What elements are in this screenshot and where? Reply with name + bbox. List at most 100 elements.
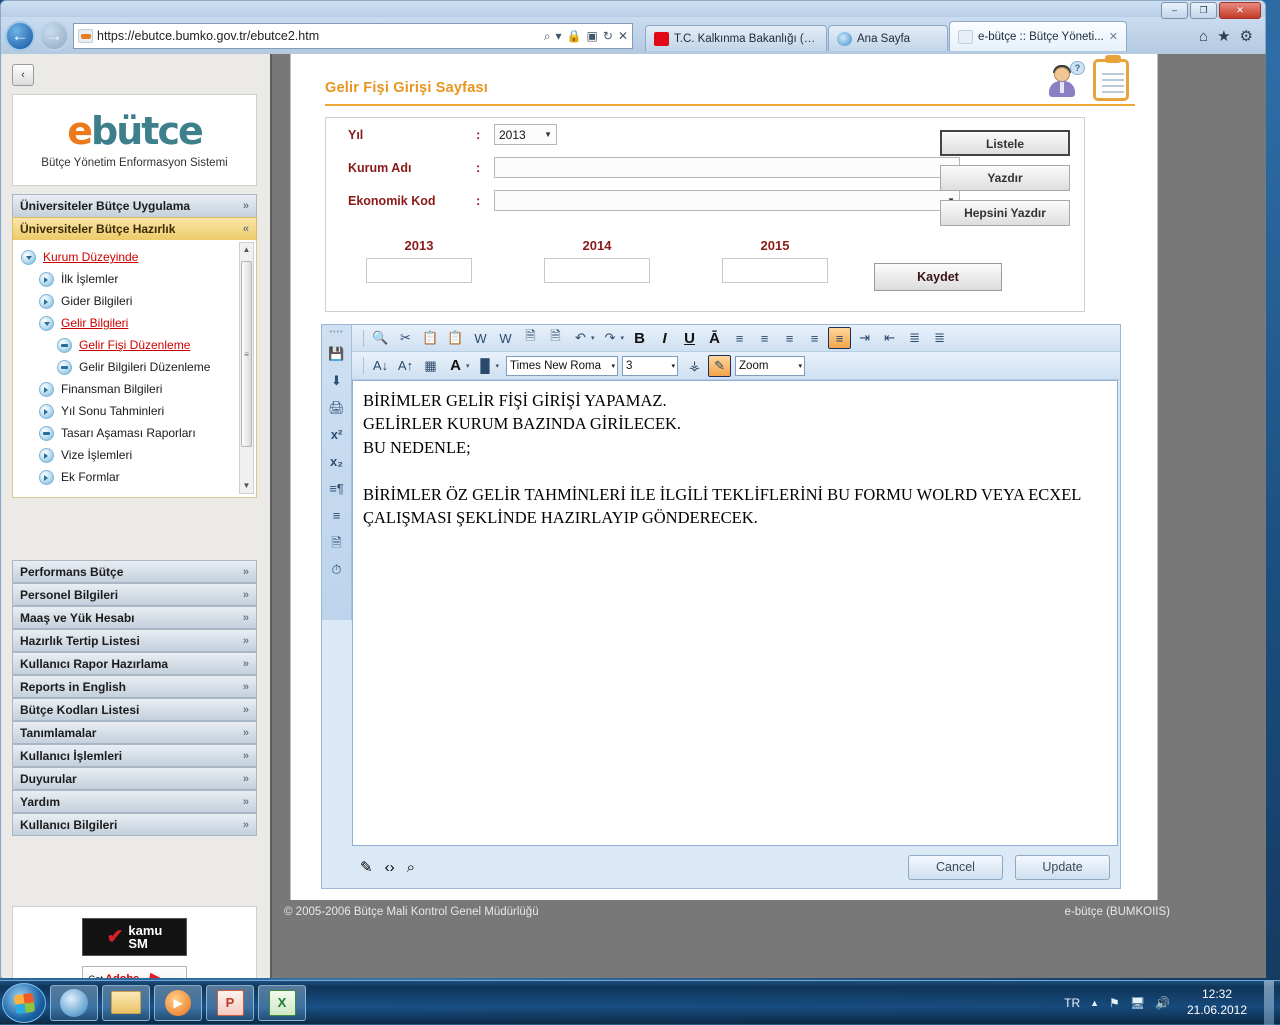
sort-icon[interactable]: ≡	[327, 507, 347, 525]
volume-icon[interactable]: 🔊	[1155, 996, 1170, 1010]
bold-icon[interactable]: B	[628, 327, 651, 349]
scroll-up-icon[interactable]: ▲	[243, 243, 251, 257]
back-button[interactable]: ←	[5, 21, 35, 51]
sidebar-section-universiteler-butce-hazirlik[interactable]: Üniversiteler Bütçe Hazırlık «	[12, 217, 257, 240]
leaf-icon[interactable]	[57, 337, 72, 353]
select-yil[interactable]: 2013 ▼	[494, 124, 557, 145]
taskbar-item-media-player[interactable]: ▶	[154, 984, 202, 1021]
italic-icon[interactable]: I	[653, 327, 676, 349]
drag-handle-icon[interactable]: ••••	[330, 329, 344, 336]
hepsini-yazdir-button[interactable]: Hepsini Yazdır	[940, 200, 1070, 226]
cancel-button[interactable]: Cancel	[908, 854, 1003, 880]
refresh-icon[interactable]: ↻	[603, 29, 613, 43]
tree-item-gider-bilgileri[interactable]: Gider Bilgileri	[21, 290, 256, 312]
kaydet-button[interactable]: Kaydet	[874, 263, 1002, 291]
clipboard-icon[interactable]	[1093, 55, 1129, 101]
sidebar-section-kullanici-rapor-hazirlama[interactable]: Kullanıcı Rapor Hazırlama »	[12, 652, 257, 675]
tree-item-gelir-bilgileri[interactable]: Gelir Bilgileri	[21, 312, 256, 334]
maximize-button[interactable]: ❐	[1190, 2, 1217, 19]
sidebar-section-hazirlik-tertip-listesi[interactable]: Hazırlık Tertip Listesi »	[12, 629, 257, 652]
font-color-icon[interactable]: A	[444, 355, 467, 377]
chevron-down-icon[interactable]: ▾	[556, 29, 562, 43]
tree-scrollbar[interactable]: ▲ ≡ ▼	[239, 242, 254, 494]
expand-down-icon[interactable]	[21, 249, 36, 265]
pages-icon[interactable]: 🗎	[327, 534, 347, 552]
copy-icon[interactable]: 📋	[419, 327, 442, 349]
tree-item-vize-islemleri[interactable]: Vize İşlemleri	[21, 444, 256, 466]
paste-html-icon[interactable]: 🗎	[544, 327, 567, 349]
expand-right-icon[interactable]	[39, 447, 54, 463]
spellcheck-icon[interactable]: ⚶	[683, 355, 706, 377]
year-input-2014[interactable]	[544, 258, 650, 283]
taskbar-item-excel[interactable]: X	[258, 984, 306, 1021]
editor-content-area[interactable]: BİRİMLER GELİR FİŞİ GİRİŞİ YAPAMAZ. GELİ…	[352, 380, 1118, 846]
expand-right-icon[interactable]	[39, 271, 54, 287]
align-center-icon[interactable]: ≡	[753, 327, 776, 349]
sidebar-section-personel-bilgileri[interactable]: Personel Bilgileri »	[12, 583, 257, 606]
align-left-icon[interactable]: ≡	[728, 327, 751, 349]
sidebar-section-kullanici-bilgileri[interactable]: Kullanıcı Bilgileri »	[12, 813, 257, 836]
expand-down-icon[interactable]	[39, 315, 54, 331]
sidebar-section-duyurular[interactable]: Duyurular »	[12, 767, 257, 790]
paragraph-icon[interactable]: ≡¶	[327, 480, 347, 498]
align-right-icon[interactable]: ≡	[778, 327, 801, 349]
yazdir-button[interactable]: Yazdır	[940, 165, 1070, 191]
start-button[interactable]	[2, 982, 46, 1023]
sidebar-section-kullanici-islemleri[interactable]: Kullanıcı İşlemleri »	[12, 744, 257, 767]
table-icon[interactable]: ▦	[419, 355, 442, 377]
leaf-icon[interactable]	[39, 425, 54, 441]
tree-item-yil-sonu-tahminleri[interactable]: Yıl Sonu Tahminleri	[21, 400, 256, 422]
expand-right-icon[interactable]	[39, 381, 54, 397]
select-ekonomik-kod[interactable]: ▼	[494, 190, 960, 211]
clock-icon[interactable]: ⏱	[327, 561, 347, 579]
align-justify-icon[interactable]: ≡	[803, 327, 826, 349]
sidebar-section-reports-in-english[interactable]: Reports in English »	[12, 675, 257, 698]
paste-icon[interactable]: 📋	[444, 327, 467, 349]
taskbar-item-file-explorer[interactable]	[102, 984, 150, 1021]
zoom-select[interactable]: Zoom ▾	[735, 355, 806, 376]
scroll-down-icon[interactable]: ▼	[243, 479, 251, 493]
gear-icon[interactable]: ⚙	[1240, 27, 1253, 45]
forward-button[interactable]: →	[39, 21, 69, 51]
underline-icon[interactable]: U	[678, 327, 701, 349]
increase-font-icon[interactable]: A↑	[394, 355, 417, 377]
ordered-list-icon[interactable]: ≣	[903, 327, 926, 349]
tab-kalkinma-bakanligi[interactable]: T.C. Kalkınma Bakanlığı (+...	[645, 25, 827, 51]
background-color-icon[interactable]: █	[474, 355, 497, 377]
year-input-2013[interactable]	[366, 258, 472, 283]
select-kurum-adi[interactable]: ▼	[494, 157, 960, 178]
favorites-star-icon[interactable]: ★	[1217, 27, 1230, 45]
format-painter-icon[interactable]: ✎	[708, 354, 732, 377]
cut-icon[interactable]: ✂	[394, 327, 417, 349]
sidebar-section-tanimlamalar[interactable]: Tanımlamalar »	[12, 721, 257, 744]
strikethrough-icon[interactable]: Ā	[703, 327, 726, 349]
font-family-select[interactable]: Times New Roma ▾	[506, 355, 619, 376]
redo-icon[interactable]: ↷	[599, 327, 622, 349]
paste-plain-text-icon[interactable]: 🗎	[519, 327, 542, 349]
paste-from-word-clean-icon[interactable]: W	[494, 327, 517, 349]
tree-item-ek-formlar[interactable]: Ek Formlar	[21, 466, 256, 488]
scrollbar-thumb[interactable]: ≡	[241, 261, 252, 447]
tree-item-kurum-duzeyinde[interactable]: Kurum Düzeyinde	[21, 246, 256, 268]
import-icon[interactable]: ⬇	[327, 372, 347, 390]
address-bar[interactable]: https://ebutce.bumko.gov.tr/ebutce2.htm …	[73, 23, 633, 49]
adobe-reader-badge[interactable]: Get Adobe Reader	[82, 966, 187, 978]
tab-ebutce[interactable]: e-bütçe :: Bütçe Yöneti... ✕	[949, 21, 1127, 51]
expand-right-icon[interactable]	[39, 469, 54, 485]
paste-from-word-icon[interactable]: W	[469, 327, 492, 349]
print-icon[interactable]: 🖨	[327, 399, 347, 417]
indent-decrease-icon[interactable]: ⇤	[878, 327, 901, 349]
pencil-icon[interactable]: ✎	[360, 858, 373, 876]
sidebar-section-yardim[interactable]: Yardım »	[12, 790, 257, 813]
listele-button[interactable]: Listele	[940, 130, 1070, 156]
taskbar-item-internet-explorer[interactable]	[50, 984, 98, 1021]
network-icon[interactable]: ⚑	[1109, 996, 1120, 1010]
expand-right-icon[interactable]	[39, 293, 54, 309]
undo-icon[interactable]: ↶	[569, 327, 592, 349]
stop-icon[interactable]: ✕	[618, 29, 628, 43]
text-direction-icon[interactable]: ≡	[828, 327, 852, 349]
tree-item-finansman-bilgileri[interactable]: Finansman Bilgileri	[21, 378, 256, 400]
compatibility-view-icon[interactable]: ▣	[587, 29, 598, 43]
sidebar-section-universiteler-butce-uygulama[interactable]: Üniversiteler Bütçe Uygulama »	[12, 194, 257, 217]
indent-increase-icon[interactable]: ⇥	[853, 327, 876, 349]
